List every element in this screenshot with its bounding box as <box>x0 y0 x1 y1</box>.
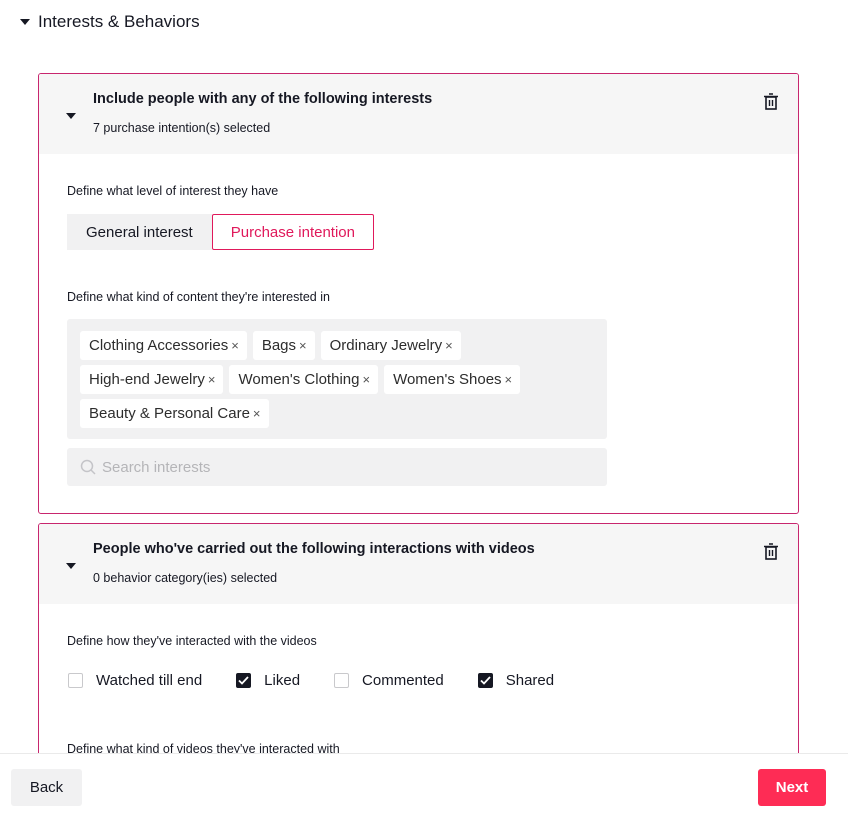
remove-tag-icon[interactable]: × <box>445 338 453 353</box>
selected-interests-box: Clothing Accessories × Bags × Ordinary Jew… <box>67 319 607 439</box>
interest-tag: Clothing Accessories × <box>80 331 247 360</box>
interest-tag: High-end Jewelry × <box>80 365 224 394</box>
behavior-card-header[interactable]: People who've carried out the following … <box>39 524 798 604</box>
checkbox-watched-till-end[interactable]: Watched till end <box>68 672 202 689</box>
section-toggle[interactable]: Interests & Behaviors <box>20 12 200 32</box>
search-icon <box>80 459 96 475</box>
content-type-label: Define what kind of content they're inte… <box>67 290 330 304</box>
interest-level-toggle: General interest Purchase intention <box>67 214 374 250</box>
checkbox[interactable] <box>236 673 252 688</box>
search-interests-input[interactable] <box>102 458 582 476</box>
interests-card-title: Include people with any of the following… <box>93 91 433 107</box>
checkbox-liked[interactable]: Liked <box>236 672 300 689</box>
remove-tag-icon[interactable]: × <box>299 338 307 353</box>
back-button[interactable]: Back <box>11 769 82 806</box>
checkbox-commented[interactable]: Commented <box>334 672 444 689</box>
behavior-card: People who've carried out the following … <box>38 523 799 763</box>
remove-tag-icon[interactable]: × <box>362 372 370 387</box>
interest-tag: Ordinary Jewelry × <box>320 331 461 360</box>
trash-icon[interactable] <box>763 93 779 110</box>
trash-icon[interactable] <box>763 543 779 560</box>
behavior-card-subtitle: 0 behavior category(ies) selected <box>93 571 278 585</box>
search-interests-field[interactable] <box>67 448 607 486</box>
caret-down-icon[interactable] <box>66 113 76 119</box>
interest-level-label: Define what level of interest they have <box>67 184 279 198</box>
interaction-checkboxes: Watched till end Liked Commented Shared <box>68 672 588 689</box>
interest-tag: Women's Shoes × <box>384 365 521 394</box>
interaction-type-label: Define how they've interacted with the v… <box>67 634 317 648</box>
check-icon <box>480 676 491 685</box>
behavior-card-title: People who've carried out the following … <box>93 541 535 557</box>
checkbox[interactable] <box>68 673 83 688</box>
next-button[interactable]: Next <box>758 769 826 806</box>
footer-bar: Back Next <box>0 753 848 818</box>
interests-card-subtitle: 7 purchase intention(s) selected <box>93 121 271 135</box>
interest-tag: Beauty & Personal Care × <box>80 399 269 428</box>
remove-tag-icon[interactable]: × <box>208 372 216 387</box>
remove-tag-icon[interactable]: × <box>505 372 513 387</box>
caret-down-icon[interactable] <box>66 563 76 569</box>
checkbox[interactable] <box>334 673 350 688</box>
caret-down-icon <box>20 19 30 25</box>
checkbox[interactable] <box>477 673 493 688</box>
remove-tag-icon[interactable]: × <box>253 406 261 421</box>
check-icon <box>238 676 249 685</box>
interests-card: Include people with any of the following… <box>38 73 799 514</box>
general-interest-option[interactable]: General interest <box>67 214 212 250</box>
remove-tag-icon[interactable]: × <box>231 338 239 353</box>
checkbox-shared[interactable]: Shared <box>477 672 554 689</box>
interest-tag: Bags × <box>252 331 315 360</box>
interests-card-header[interactable]: Include people with any of the following… <box>39 74 798 154</box>
section-title: Interests & Behaviors <box>38 12 200 31</box>
interest-tag: Women's Clothing × <box>229 365 379 394</box>
purchase-intention-option[interactable]: Purchase intention <box>211 214 374 250</box>
